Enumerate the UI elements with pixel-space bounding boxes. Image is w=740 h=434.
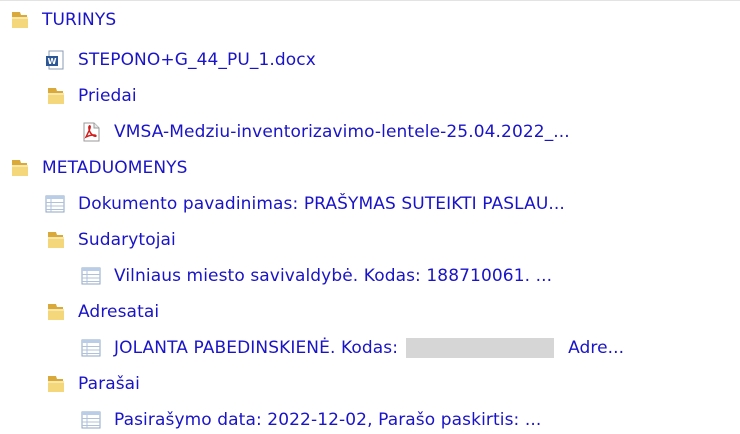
tree-node-label: Vilniaus miesto savivaldybė. Kodas: 1887… [114, 266, 553, 286]
tree-node-label: TURINYS [42, 10, 117, 30]
tree-node-label: Adresatai [78, 302, 160, 322]
tree-node-adresatai[interactable]: Adresatai [44, 298, 159, 326]
word-document-icon: W [46, 50, 64, 70]
tree-node-label: STEPONO+G_44_PU_1.docx [78, 50, 316, 70]
tree-node-parasai[interactable]: Parašai [44, 370, 140, 398]
tree-node-turinys[interactable]: TURINYS [8, 6, 116, 34]
tree-node-label: Dokumento pavadinimas: PRAŠYMAS SUTEIKTI… [78, 194, 565, 214]
table-icon [81, 339, 101, 357]
pdf-file-icon [83, 122, 100, 142]
folder-icon [12, 160, 28, 176]
folder-icon [48, 304, 64, 320]
tree-node-sudarytojai[interactable]: Sudarytojai [44, 226, 176, 254]
tree-node-pdf-file[interactable]: VMSA-Medziu-inventorizavimo-lentele-25.0… [80, 118, 570, 146]
folder-icon [48, 232, 64, 248]
tree-node-label-tail: Adre... [568, 338, 625, 358]
tree-node-metaduomenys[interactable]: METADUOMENYS [8, 154, 188, 182]
tree-node-label: Priedai [78, 86, 137, 106]
tree-node-label: VMSA-Medziu-inventorizavimo-lentele-25.0… [114, 122, 570, 142]
tree-node-adresatas[interactable]: JOLANTA PABEDINSKIENĖ. Kodas: Adre... [80, 334, 624, 362]
tree-node-label: JOLANTA PABEDINSKIENĖ. Kodas: [114, 338, 399, 358]
tree-node-label: METADUOMENYS [42, 158, 188, 178]
tree-node-priedai[interactable]: Priedai [44, 82, 137, 110]
tree-node-parasas[interactable]: Pasirašymo data: 2022-12-02, Parašo pask… [80, 406, 541, 434]
tree-node-sudarytojas[interactable]: Vilniaus miesto savivaldybė. Kodas: 1887… [80, 262, 552, 290]
tree-node-dokumento-pavadinimas[interactable]: Dokumento pavadinimas: PRAŠYMAS SUTEIKTI… [44, 190, 565, 218]
tree-node-label: Parašai [78, 374, 141, 394]
tree-node-label: Sudarytojai [78, 230, 176, 250]
redacted-code-block [406, 338, 555, 358]
svg-text:W: W [48, 57, 57, 66]
tree-node-docx-file[interactable]: W STEPONO+G_44_PU_1.docx [44, 46, 316, 74]
folder-icon [48, 376, 64, 392]
table-icon [81, 411, 101, 429]
document-tree: TURINYS W STEPONO+G_44_PU_1.docx Priedai… [0, 0, 740, 434]
folder-icon [48, 88, 64, 104]
table-icon [81, 267, 101, 285]
folder-icon [12, 12, 28, 28]
table-icon [45, 195, 65, 213]
tree-node-label: Pasirašymo data: 2022-12-02, Parašo pask… [114, 410, 542, 430]
